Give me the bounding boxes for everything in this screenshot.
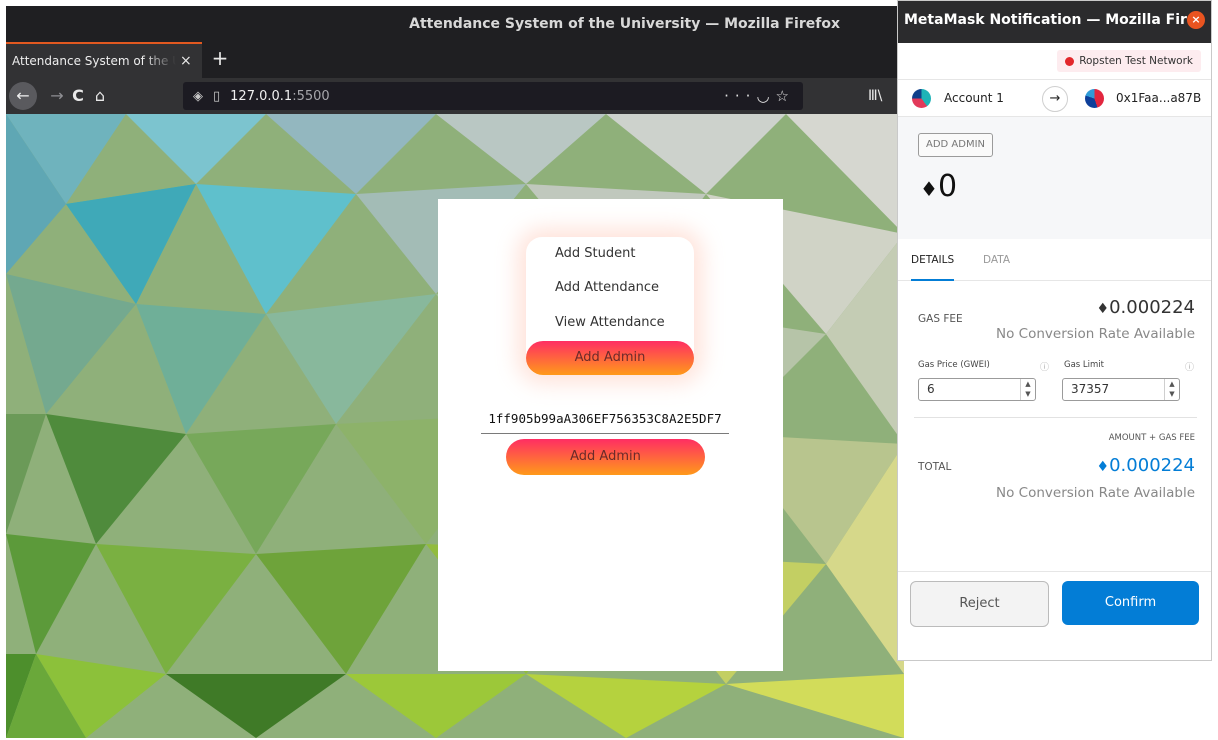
gas-price-stepper[interactable]: ▲ ▼ bbox=[1020, 379, 1035, 400]
total-amount: 0.000224 bbox=[1109, 455, 1195, 476]
gas-limit-value: 37357 bbox=[1071, 382, 1110, 396]
to-account-avatar bbox=[1085, 89, 1104, 108]
back-icon[interactable]: ← bbox=[9, 82, 37, 110]
total-conversion: No Conversion Rate Available bbox=[996, 485, 1195, 501]
gas-fee-conversion: No Conversion Rate Available bbox=[996, 326, 1195, 342]
gas-limit-input[interactable]: 37357 ▲ ▼ bbox=[1062, 378, 1180, 401]
from-account-avatar bbox=[912, 89, 931, 108]
gas-fee-value: ♦0.000224 bbox=[1097, 297, 1195, 318]
url-port: :5500 bbox=[292, 88, 330, 104]
gas-price-label: Gas Price (GWEI) bbox=[918, 360, 990, 370]
forward-icon[interactable]: → bbox=[49, 78, 65, 114]
amount-value: 0 bbox=[937, 169, 958, 204]
to-address: 0x1Faa...a87B bbox=[1116, 91, 1202, 105]
reject-button[interactable]: Reject bbox=[910, 581, 1049, 627]
amount-gas-fee-label: AMOUNT + GAS FEE bbox=[1108, 433, 1195, 443]
tab-data[interactable]: DATA bbox=[983, 239, 1010, 281]
confirm-button[interactable]: Confirm bbox=[1062, 581, 1199, 625]
gas-price-value: 6 bbox=[927, 382, 935, 396]
tab-title: Attendance System of the University bbox=[12, 54, 176, 68]
gas-limit-stepper[interactable]: ▲ ▼ bbox=[1164, 379, 1179, 400]
url-bar[interactable]: ◈ ▯ 127.0.0.1:5500 ···◡☆ bbox=[183, 82, 803, 110]
menu-item-add-attendance[interactable]: Add Attendance bbox=[555, 280, 659, 295]
transaction-summary: ADD ADMIN ♦0 bbox=[898, 117, 1211, 239]
network-name: Ropsten Test Network bbox=[1079, 55, 1193, 67]
close-icon[interactable]: × bbox=[1187, 11, 1205, 29]
menu-item-view-attendance[interactable]: View Attendance bbox=[555, 315, 665, 330]
bookmark-star-icon[interactable]: ☆ bbox=[776, 87, 795, 105]
navigation-toolbar: ← → C ⌂ ◈ ▯ 127.0.0.1:5500 ···◡☆ Ⅲ\ bbox=[6, 78, 904, 114]
network-dot-icon bbox=[1065, 56, 1075, 66]
from-account-name: Account 1 bbox=[944, 91, 1004, 105]
account-transfer-row: Account 1 → 0x1Faa...a87B bbox=[898, 79, 1211, 117]
menu-item-add-admin[interactable]: Add Admin bbox=[526, 341, 694, 375]
eth-icon: ♦ bbox=[920, 177, 938, 201]
more-icon[interactable]: ··· bbox=[724, 87, 756, 105]
tab-attendance-system[interactable]: Attendance System of the University × bbox=[6, 42, 202, 78]
firefox-window: Attendance System of the University — Mo… bbox=[6, 6, 904, 738]
method-badge: ADD ADMIN bbox=[918, 133, 994, 157]
page-viewport: Add Student Add Attendance View Attendan… bbox=[6, 114, 904, 738]
total-value: ♦0.000224 bbox=[1097, 455, 1195, 476]
detail-tabs: DETAILS DATA bbox=[898, 239, 1211, 281]
divider bbox=[914, 417, 1197, 418]
network-badge[interactable]: Ropsten Test Network bbox=[1057, 50, 1201, 72]
url-text[interactable]: 127.0.0.1:5500 bbox=[230, 89, 330, 104]
transaction-amount: ♦0 bbox=[920, 169, 957, 204]
gas-fee-amount: 0.000224 bbox=[1109, 297, 1195, 318]
reload-icon[interactable]: C bbox=[68, 78, 88, 114]
admin-address-input[interactable] bbox=[481, 403, 729, 434]
firefox-titlebar: Attendance System of the University — Mo… bbox=[6, 6, 904, 42]
total-label: TOTAL bbox=[918, 461, 952, 473]
page-icon: ▯ bbox=[213, 88, 221, 104]
info-icon[interactable]: ⓘ bbox=[1040, 360, 1049, 373]
gas-price-input[interactable]: 6 ▲ ▼ bbox=[918, 378, 1036, 401]
metamask-window: MetaMask Notification — Mozilla Fir… × R… bbox=[897, 0, 1212, 661]
arrow-right-icon: → bbox=[1042, 86, 1068, 112]
action-footer: Reject Confirm bbox=[898, 571, 1211, 660]
window-title: Attendance System of the University — Mo… bbox=[409, 16, 840, 32]
pocket-icon[interactable]: ◡ bbox=[756, 87, 775, 105]
shield-icon[interactable]: ◈ bbox=[193, 89, 203, 104]
tab-details[interactable]: DETAILS bbox=[911, 239, 955, 281]
eth-icon: ♦ bbox=[1096, 301, 1110, 317]
metamask-window-title: MetaMask Notification — Mozilla Fir… bbox=[904, 12, 1201, 28]
add-admin-button[interactable]: Add Admin bbox=[506, 439, 705, 475]
network-bar: Ropsten Test Network bbox=[898, 43, 1211, 79]
info-icon[interactable]: ⓘ bbox=[1185, 360, 1194, 373]
tab-bar: Attendance System of the University × + bbox=[6, 42, 904, 78]
library-icon[interactable]: Ⅲ\ bbox=[868, 78, 882, 114]
details-panel: GAS FEE ♦0.000224 No Conversion Rate Ava… bbox=[898, 281, 1211, 571]
new-tab-icon[interactable]: + bbox=[210, 46, 230, 70]
menu-item-add-student[interactable]: Add Student bbox=[555, 246, 635, 261]
gas-limit-label: Gas Limit bbox=[1064, 360, 1104, 370]
eth-icon: ♦ bbox=[1096, 459, 1110, 475]
home-icon[interactable]: ⌂ bbox=[90, 78, 110, 114]
admin-card: Add Student Add Attendance View Attendan… bbox=[438, 199, 783, 671]
url-actions: ···◡☆ bbox=[724, 82, 795, 110]
gas-fee-label: GAS FEE bbox=[918, 313, 963, 325]
metamask-titlebar: MetaMask Notification — Mozilla Fir… × bbox=[898, 1, 1211, 43]
nav-menu: Add Student Add Attendance View Attendan… bbox=[526, 237, 694, 375]
url-host: 127.0.0.1 bbox=[230, 88, 293, 104]
tab-close-icon[interactable]: × bbox=[180, 53, 192, 69]
